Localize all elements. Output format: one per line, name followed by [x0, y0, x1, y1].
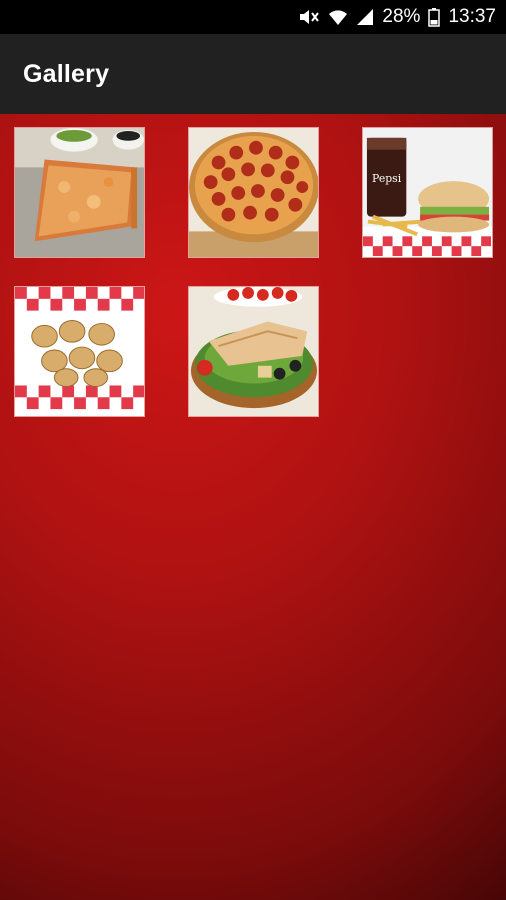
chicken-salad-image — [189, 287, 318, 416]
battery-icon — [428, 7, 441, 27]
gallery-item-cheese-pizza[interactable] — [14, 127, 145, 258]
sub-sandwich-fries-soda-image: Pepsi — [363, 128, 492, 257]
signal-icon — [356, 8, 374, 26]
gallery-item-chicken-salad[interactable] — [188, 286, 319, 417]
gallery-item-pepperoni-pizza[interactable] — [188, 127, 319, 258]
app-bar: Gallery — [0, 34, 506, 114]
clock: 13:37 — [448, 6, 496, 27]
gallery-item-sub-sandwich[interactable]: Pepsi — [362, 127, 493, 258]
wifi-icon — [328, 8, 348, 26]
gallery-item-garlic-knots[interactable] — [14, 286, 145, 417]
mute-icon — [298, 8, 320, 26]
status-bar: 28% 13:37 — [0, 0, 506, 34]
page-title: Gallery — [23, 59, 110, 88]
pepperoni-pizza-image — [189, 128, 318, 257]
battery-percent: 28% — [382, 6, 421, 27]
gallery-grid: Pepsi — [0, 114, 506, 900]
cheese-pizza-slice-image — [15, 128, 144, 257]
garlic-knots-image — [15, 287, 144, 416]
svg-text:Pepsi: Pepsi — [372, 172, 402, 185]
